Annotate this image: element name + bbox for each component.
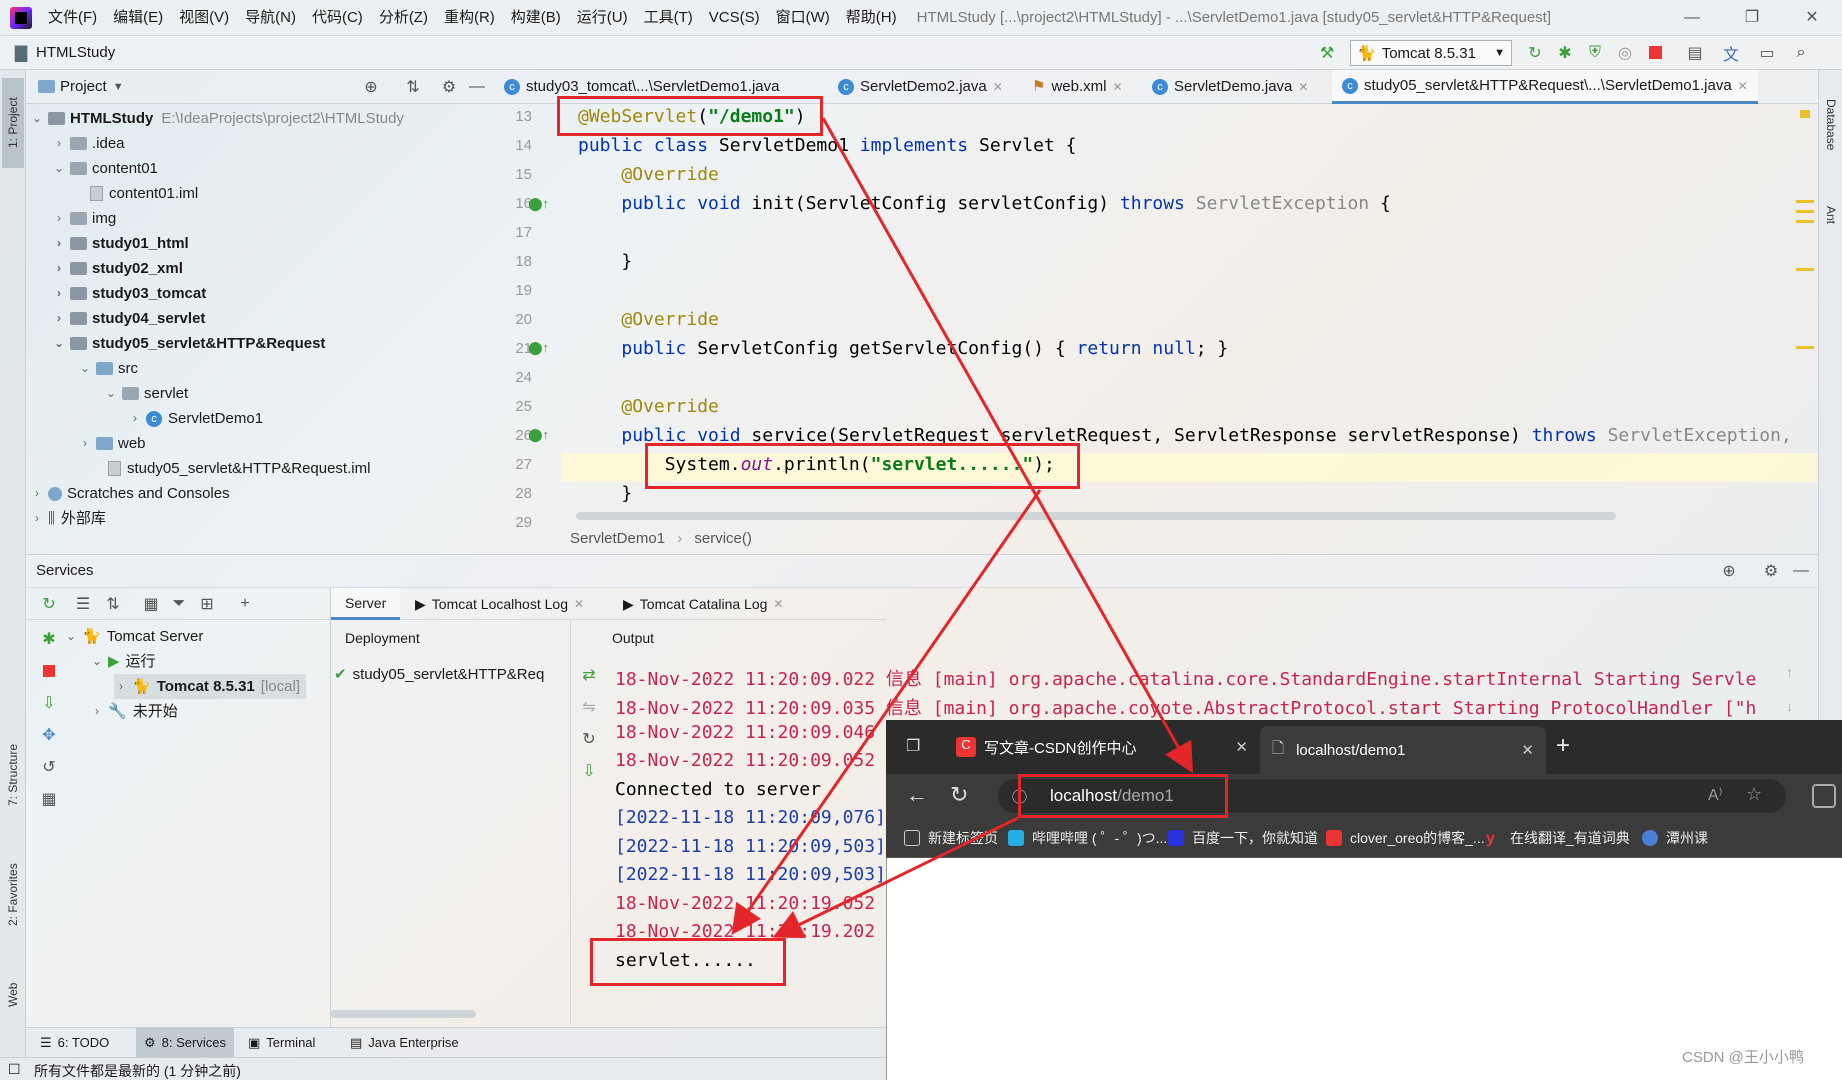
annotation-arrow xyxy=(772,816,1019,938)
annotation-arrow xyxy=(731,489,1042,935)
annotation-arrows xyxy=(731,117,1193,938)
annotation-arrow xyxy=(821,117,1193,774)
